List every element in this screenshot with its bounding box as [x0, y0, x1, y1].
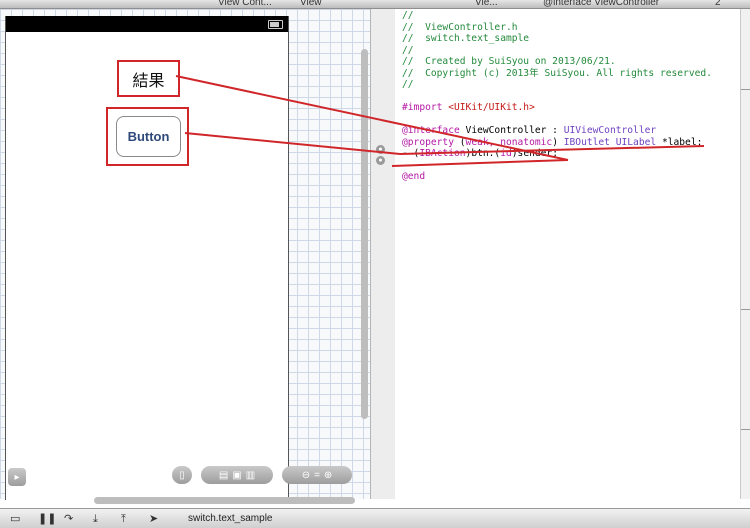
annotation-overlay: [175, 75, 705, 167]
label-connection-line: [175, 75, 569, 161]
debug-bar: ▭ ❚❚ ↷ ⤓ ⤒ ➤ switch.text_sample: [0, 508, 750, 528]
step-over-icon[interactable]: ↷: [64, 512, 73, 525]
pause-icon[interactable]: ❚❚: [38, 512, 56, 525]
button-connection-line: [184, 132, 401, 155]
scheme-label: switch.text_sample: [188, 513, 273, 524]
property-underline: [399, 145, 705, 155]
step-out-icon[interactable]: ⤒: [121, 512, 126, 526]
hide-debug-icon[interactable]: ▭: [10, 512, 20, 525]
location-icon[interactable]: ➤: [149, 512, 158, 525]
action-underline: [391, 159, 569, 167]
step-into-icon[interactable]: ⤓: [93, 512, 98, 526]
